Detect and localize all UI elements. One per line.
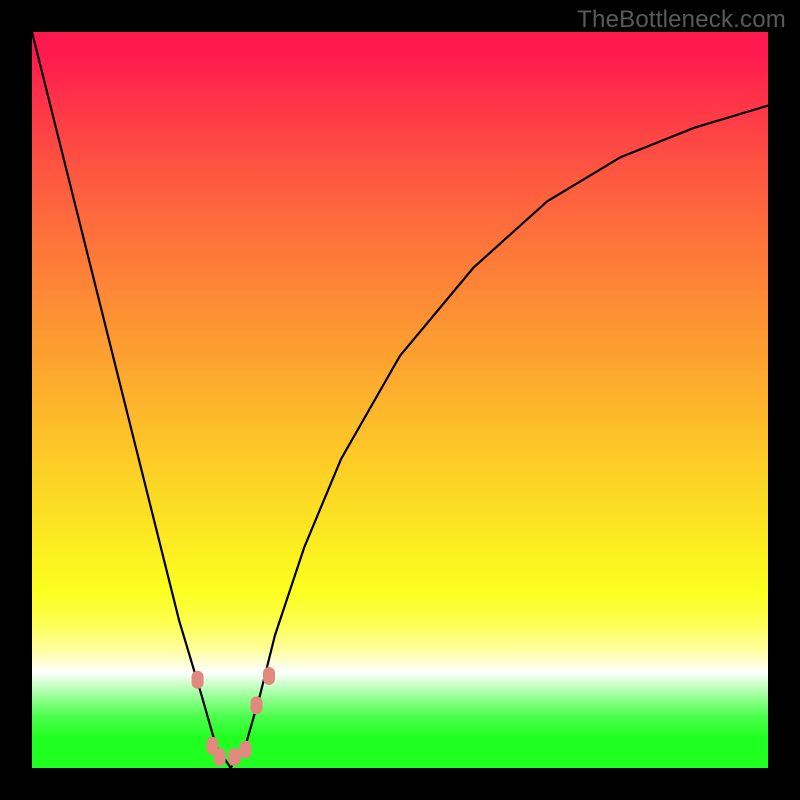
marker-dot (263, 667, 275, 685)
marker-dot (214, 748, 226, 766)
curve-path (32, 32, 768, 768)
plot-area (32, 32, 768, 768)
bottleneck-curve (32, 32, 768, 768)
marker-dot (239, 741, 251, 759)
outer-frame: TheBottleneck.com (0, 0, 800, 800)
watermark-text: TheBottleneck.com (577, 6, 786, 34)
marker-dot (228, 748, 240, 766)
marker-dot (251, 696, 263, 714)
marker-dot (192, 671, 204, 689)
